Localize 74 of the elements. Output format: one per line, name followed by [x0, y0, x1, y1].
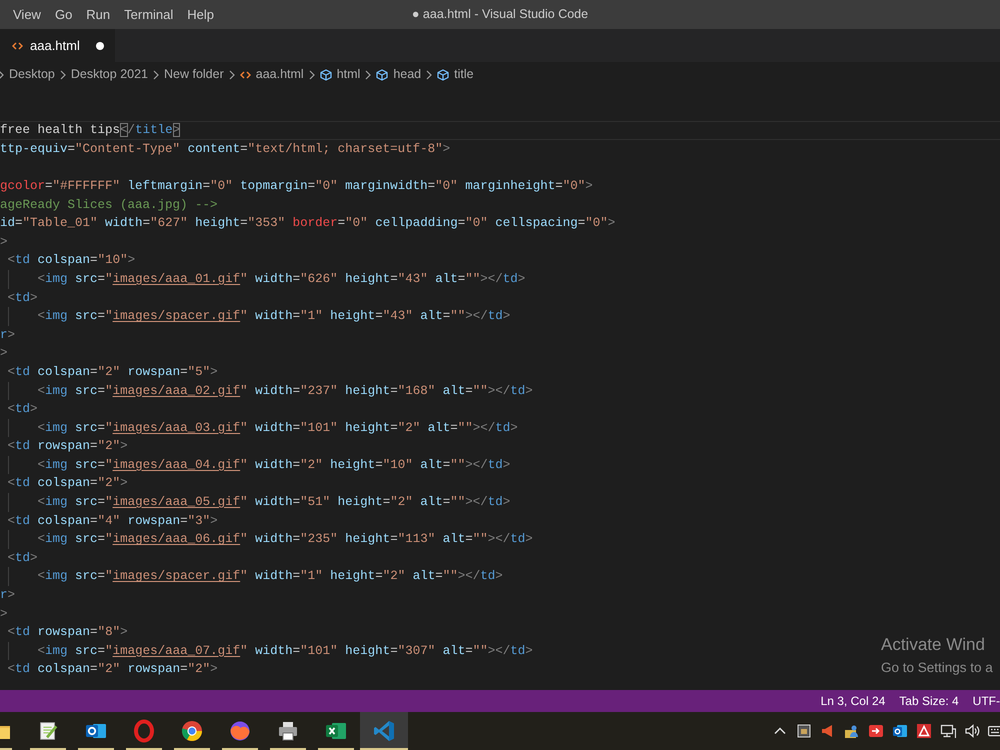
code-line: > [0, 345, 8, 362]
chevron-right-icon [0, 70, 4, 80]
window-title: ● aaa.html - Visual Studio Code [412, 6, 588, 24]
flame-globe-icon [228, 719, 252, 743]
code-line: <td> [8, 401, 38, 418]
pinwheel-icon [180, 719, 204, 743]
angle-brackets-icon [240, 70, 251, 78]
code-line: <img src="images/spacer.gif" width="1" height="43" alt=""></td> [38, 308, 510, 326]
cube-icon [437, 68, 450, 80]
angle-brackets-icon [12, 42, 23, 50]
code-line: r> [0, 326, 16, 344]
code-line: > [0, 234, 8, 251]
taskbar-button[interactable] [360, 712, 408, 750]
code-line: <td colspan="2" rowspan="5"> [8, 364, 218, 381]
notepad-icon [37, 720, 59, 742]
code-line: <td colspan="10"> [8, 252, 136, 270]
menu-item[interactable]: Go [48, 0, 80, 29]
menu-item[interactable]: View [6, 0, 48, 29]
breadcrumb-item[interactable]: Desktop 2021 [70, 65, 148, 84]
cube-icon [320, 68, 332, 80]
code-line: ttp-equiv="Content-Type" content="text/html; charset=utf-8"> [0, 140, 450, 158]
code-line: gcolor="#FFFFFF" leftmargin="0" topmargin="0" marginwidth="0" marginheight="0"> [0, 178, 593, 195]
code-line: <img src="images/aaa_05.gif" width="51" height="2" alt=""></td> [38, 494, 510, 512]
network-icon[interactable] [940, 723, 956, 739]
code-line: <td> [8, 550, 38, 567]
status-bar-item[interactable]: Tab Size: 4 [899, 692, 959, 710]
ring-icon [132, 719, 156, 743]
chevron-right-icon [308, 70, 315, 80]
code-line: <td rowspan="2"> [8, 438, 128, 456]
window-icon[interactable] [796, 723, 812, 739]
breadcrumb-item[interactable]: title [437, 65, 474, 84]
breadcrumb-item[interactable]: html [320, 65, 360, 84]
activation-notice-title: Activate Wind [881, 634, 986, 655]
code-line: <img src="images/spacer.gif" width="1" height="2" alt=""></td> [38, 568, 503, 586]
code-line: r> [0, 587, 16, 604]
breadcrumb-item[interactable]: New folder [164, 65, 224, 84]
code-line: <img src="images/aaa_03.gif" width="101" height="2" alt=""></td> [38, 420, 518, 437]
status-bar-item[interactable]: Ln 3, Col 24 [820, 692, 886, 710]
chevron-right-icon [426, 70, 432, 80]
breadcrumb-item[interactable]: aaa.html [240, 65, 304, 84]
code-line: <img src="images/aaa_06.gif" width="235" height="113" alt=""></td> [38, 531, 533, 548]
chevron-right-icon [228, 70, 235, 80]
code-line: <td> [8, 290, 38, 307]
menu-item[interactable]: Run [79, 0, 118, 29]
code-line: <td colspan="2" rowspan="2"> [8, 661, 218, 678]
mail-icon[interactable] [892, 723, 908, 739]
breadcrumb-item[interactable]: head [376, 65, 422, 84]
printer-icon [276, 719, 300, 743]
editor-tab[interactable]: aaa.html [0, 29, 115, 62]
menu-item[interactable]: Help [180, 0, 222, 29]
code-line: ageReady Slices (aaa.jpg) --> [0, 196, 218, 214]
code-line: <img src="images/aaa_07.gif" width="101" height="307" alt=""></td> [38, 642, 533, 660]
code-line: <td rowspan="8"> [8, 624, 128, 642]
person-folder-icon[interactable] [844, 723, 860, 739]
code-line: id="Table_01" width="627" height="353" border="0" cellpadding="0" cellspacing="0"> [0, 215, 616, 232]
chevron-right-icon [60, 70, 66, 80]
keyboard-icon[interactable] [988, 723, 1000, 739]
code-line: <img src="images/aaa_04.gif" width="2" height="10" alt=""></td> [38, 456, 510, 474]
chevron-right-icon [365, 70, 372, 80]
code-line: <img src="images/aaa_02.gif" width="237" height="168" alt=""></td> [38, 382, 533, 400]
ribbon-icon [372, 719, 396, 743]
breadcrumb-item[interactable]: Desktop [9, 65, 55, 84]
activation-notice-text: Go to Settings to a [881, 659, 993, 677]
menu-item[interactable]: Terminal [117, 0, 180, 29]
volume-icon[interactable] [964, 723, 980, 739]
code-line: <td colspan="2"> [8, 475, 128, 492]
code-line: <td colspan="4" rowspan="3"> [8, 512, 218, 530]
arrow-tile-icon[interactable] [868, 723, 884, 739]
chevron-right-icon [153, 70, 159, 80]
cube-icon [376, 68, 388, 80]
status-bar-item[interactable]: UTF- [972, 692, 1000, 710]
triangle-tile-icon[interactable] [916, 723, 932, 739]
code-line: <img src="images/aaa_01.gif" width="626" height="43" alt=""></td> [38, 270, 526, 288]
code-line: > [0, 606, 8, 623]
